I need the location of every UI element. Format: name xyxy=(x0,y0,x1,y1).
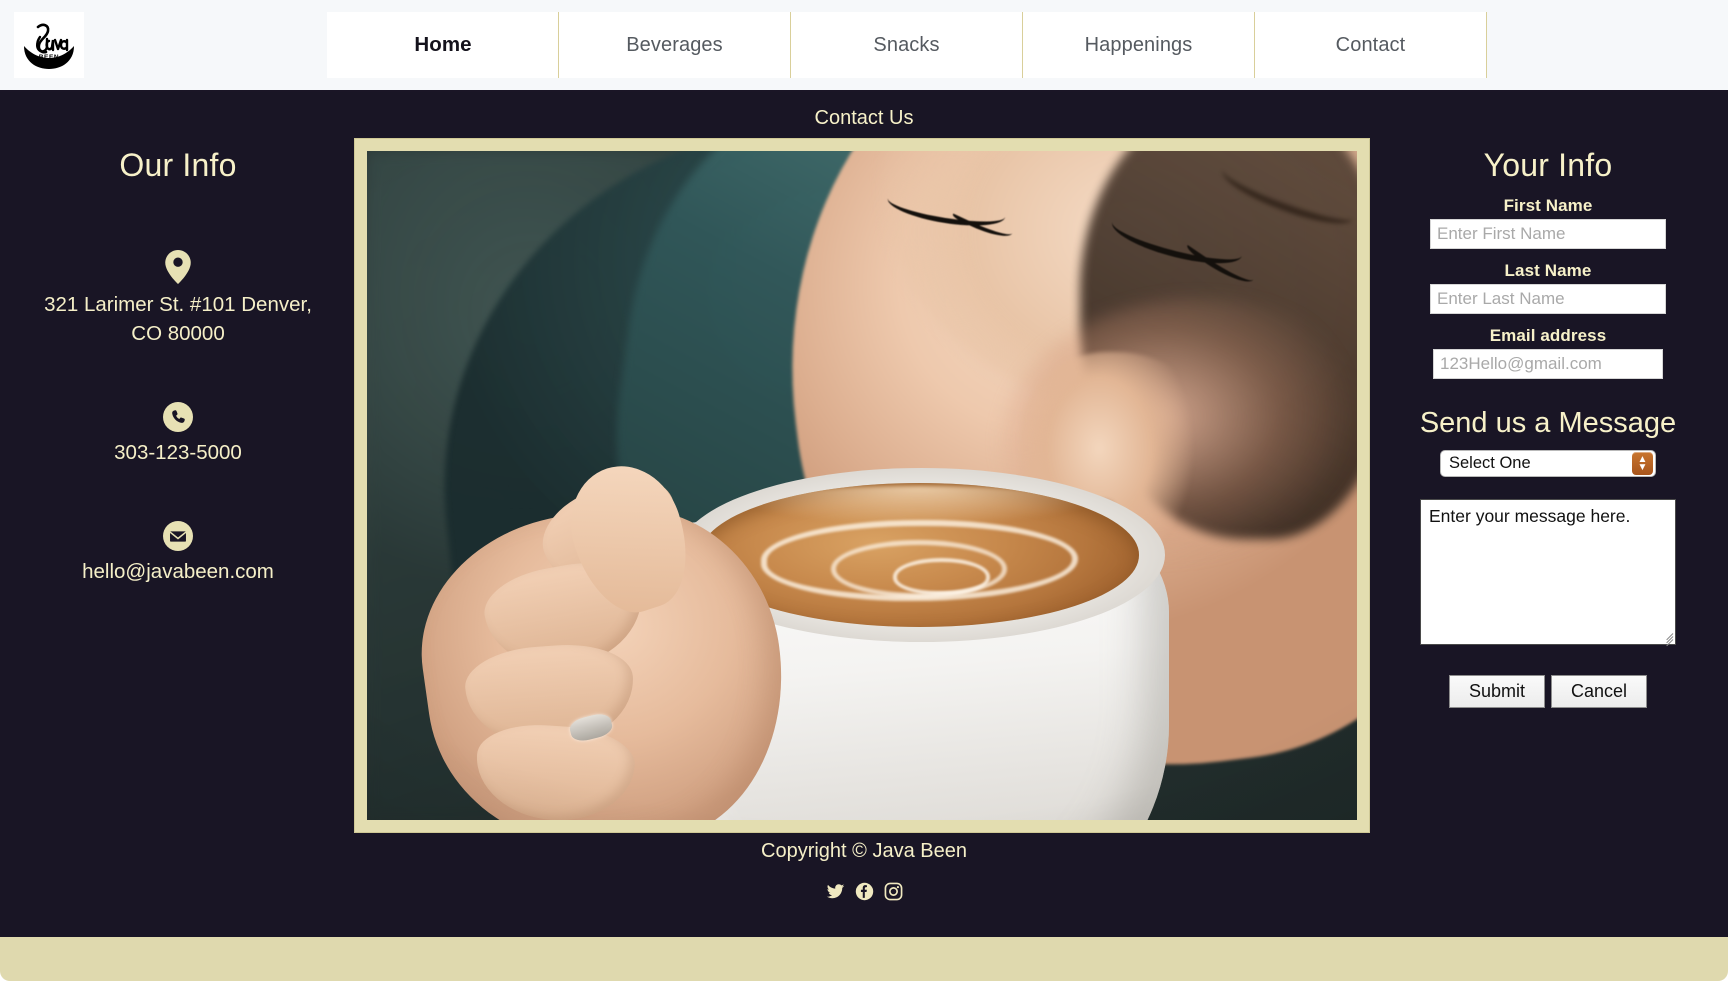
last-name-label: Last Name xyxy=(1504,261,1592,280)
map-marker-icon xyxy=(165,250,191,284)
twitter-icon[interactable] xyxy=(826,882,845,901)
address-text: 321 Larimer St. #101 Denver, CO 80000 xyxy=(44,293,312,346)
nav-item-home[interactable]: Home xyxy=(327,12,559,78)
message-textarea[interactable]: Enter your message here. xyxy=(1420,499,1676,647)
site-header: BEEN Home Beverages Snacks Happenings Co… xyxy=(0,0,1728,92)
logo-mark-icon: BEEN xyxy=(24,23,74,69)
resize-grip-icon[interactable] xyxy=(1664,633,1674,647)
bottom-accent-strip xyxy=(0,937,1728,981)
message-textarea-value: Enter your message here. xyxy=(1429,506,1631,526)
send-message-heading: Send us a Message xyxy=(1419,407,1677,439)
email-text: hello@javabeen.com xyxy=(82,560,274,584)
email-address-input[interactable] xyxy=(1433,349,1663,379)
copyright-text: Copyright © Java Been xyxy=(761,840,967,862)
our-info-heading: Our Info xyxy=(119,147,237,183)
form-actions: Submit Cancel xyxy=(1368,675,1728,708)
cancel-button[interactable]: Cancel xyxy=(1551,675,1647,708)
latte-art-inner xyxy=(893,557,990,595)
social-links xyxy=(0,882,1728,901)
last-name-input[interactable] xyxy=(1430,284,1666,314)
phone-block: 303-123-5000 xyxy=(0,402,356,467)
address-block: 321 Larimer St. #101 Denver, CO 80000 xyxy=(0,250,356,348)
phone-text: 303-123-5000 xyxy=(114,441,242,465)
envelope-icon xyxy=(163,521,193,552)
nav-item-happenings[interactable]: Happenings xyxy=(1023,12,1255,78)
svg-text:BEEN: BEEN xyxy=(39,54,59,61)
nav-item-snacks[interactable]: Snacks xyxy=(791,12,1023,78)
first-name-label: First Name xyxy=(1503,196,1593,215)
chevron-updown-icon[interactable]: ▲ ▼ xyxy=(1632,452,1653,475)
main-navigation[interactable]: Home Beverages Snacks Happenings Contact xyxy=(327,12,1487,78)
main-dark-section: Contact Us Our Info 321 Larimer St. #101… xyxy=(0,92,1728,937)
message-topic-select[interactable]: Select One ▲ ▼ xyxy=(1440,450,1656,477)
nav-item-contact[interactable]: Contact xyxy=(1255,12,1487,78)
java-been-logo[interactable]: BEEN xyxy=(14,12,84,78)
instagram-icon[interactable] xyxy=(884,882,903,901)
nav-item-beverages[interactable]: Beverages xyxy=(559,12,791,78)
first-name-input[interactable] xyxy=(1430,219,1666,249)
email-block: hello@javabeen.com xyxy=(0,521,356,586)
phone-icon xyxy=(163,402,193,433)
submit-button[interactable]: Submit xyxy=(1449,675,1545,708)
your-info-heading: Your Info xyxy=(1483,147,1613,183)
hero-photo-frame xyxy=(355,139,1369,832)
your-info-column: Your Info First Name Last Name Email add… xyxy=(1368,147,1728,708)
hero-photo xyxy=(367,151,1357,820)
email-address-label: Email address xyxy=(1489,326,1607,345)
section-title: Contact Us xyxy=(814,107,914,129)
our-info-column: Our Info 321 Larimer St. #101 Denver, CO… xyxy=(0,147,356,586)
page-root: BEEN Home Beverages Snacks Happenings Co… xyxy=(0,0,1728,981)
select-selected-value: Select One xyxy=(1449,454,1531,472)
facebook-icon[interactable] xyxy=(855,882,874,901)
